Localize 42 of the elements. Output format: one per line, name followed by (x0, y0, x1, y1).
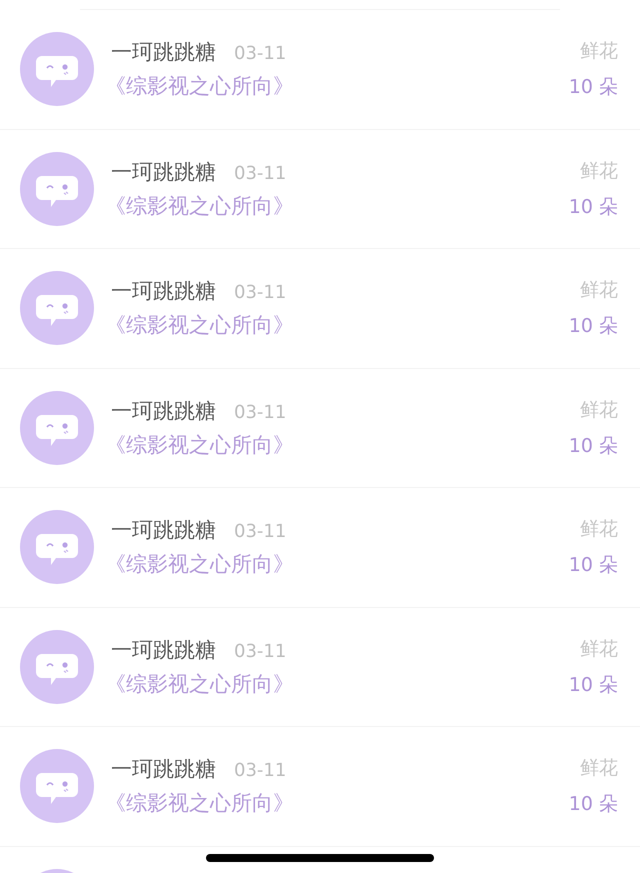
gift-date: 03-11 (234, 760, 286, 782)
gift-count: 10 朵 (568, 434, 618, 459)
gift-type: 鲜花 (580, 39, 618, 64)
user-name: 一珂跳跳糖 (111, 158, 216, 186)
avatar-icon (20, 152, 94, 226)
avatar-icon (20, 510, 94, 584)
gift-type: 鲜花 (580, 398, 618, 423)
gift-count: 10 朵 (568, 194, 618, 220)
avatar-icon (20, 749, 94, 824)
gift-date: 03-11 (234, 282, 286, 304)
book-title: 《综影视之心所向》 (105, 790, 295, 818)
gift-count: 10 朵 (568, 792, 618, 818)
avatar-icon (20, 32, 94, 106)
gift-count: 10 朵 (568, 553, 618, 578)
gift-count: 10 朵 (568, 672, 618, 698)
gift-type: 鲜花 (580, 517, 618, 542)
gift-type: 鲜花 (580, 636, 618, 662)
gift-type: 鲜花 (580, 158, 618, 184)
book-title: 《综影视之心所向》 (105, 312, 295, 340)
book-title: 《综影视之心所向》 (105, 432, 295, 459)
avatar-icon (20, 390, 94, 465)
avatar-icon (20, 630, 94, 704)
gift-date: 03-11 (234, 640, 286, 662)
gift-type: 鲜花 (580, 756, 618, 782)
user-name: 一珂跳跳糖 (111, 39, 216, 66)
user-name: 一珂跳跳糖 (111, 398, 216, 425)
book-title: 《综影视之心所向》 (105, 551, 295, 578)
gift-date: 03-11 (234, 43, 286, 64)
avatar-icon (20, 271, 94, 346)
gift-date: 03-11 (234, 402, 286, 423)
gift-type: 鲜花 (580, 278, 618, 304)
user-name: 一珂跳跳糖 (111, 636, 216, 664)
gift-date: 03-11 (234, 521, 286, 542)
user-name: 一珂跳跳糖 (111, 278, 216, 306)
gift-count: 10 朵 (568, 314, 618, 340)
gift-count: 10 朵 (568, 75, 618, 100)
book-title: 《综影视之心所向》 (105, 670, 295, 698)
book-title: 《综影视之心所向》 (105, 192, 295, 220)
user-name: 一珂跳跳糖 (111, 517, 216, 544)
gift-date: 03-11 (234, 162, 286, 184)
user-name: 一珂跳跳糖 (111, 756, 216, 784)
book-title: 《综影视之心所向》 (105, 73, 295, 100)
